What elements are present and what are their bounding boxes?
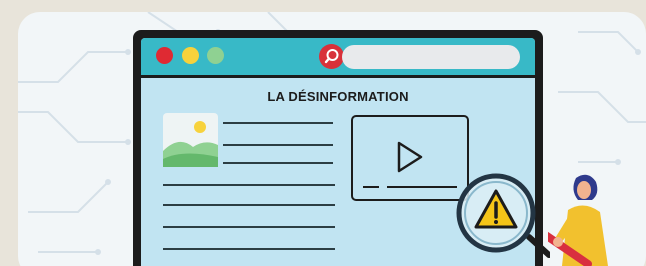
search-input[interactable]	[342, 45, 520, 69]
minimize-window-dot[interactable]	[182, 47, 199, 64]
illustration-stage: LA DÉSINFORMATION	[0, 0, 646, 266]
text-line	[223, 144, 333, 146]
search-button[interactable]	[319, 44, 344, 69]
magnifying-glass-icon	[456, 173, 550, 258]
text-line	[163, 184, 335, 186]
text-line	[163, 248, 335, 250]
page-title: LA DÉSINFORMATION	[267, 89, 409, 104]
text-line	[163, 226, 335, 228]
close-window-dot[interactable]	[156, 47, 173, 64]
text-line	[223, 162, 333, 164]
text-line	[223, 122, 333, 124]
image-icon	[163, 113, 218, 167]
maximize-window-dot[interactable]	[207, 47, 224, 64]
person-figure	[548, 174, 608, 266]
play-icon	[363, 141, 457, 188]
video-player[interactable]	[351, 115, 469, 201]
article-image	[163, 113, 218, 167]
text-line	[163, 204, 335, 206]
browser-toolbar	[141, 38, 535, 78]
search-icon	[324, 49, 339, 64]
